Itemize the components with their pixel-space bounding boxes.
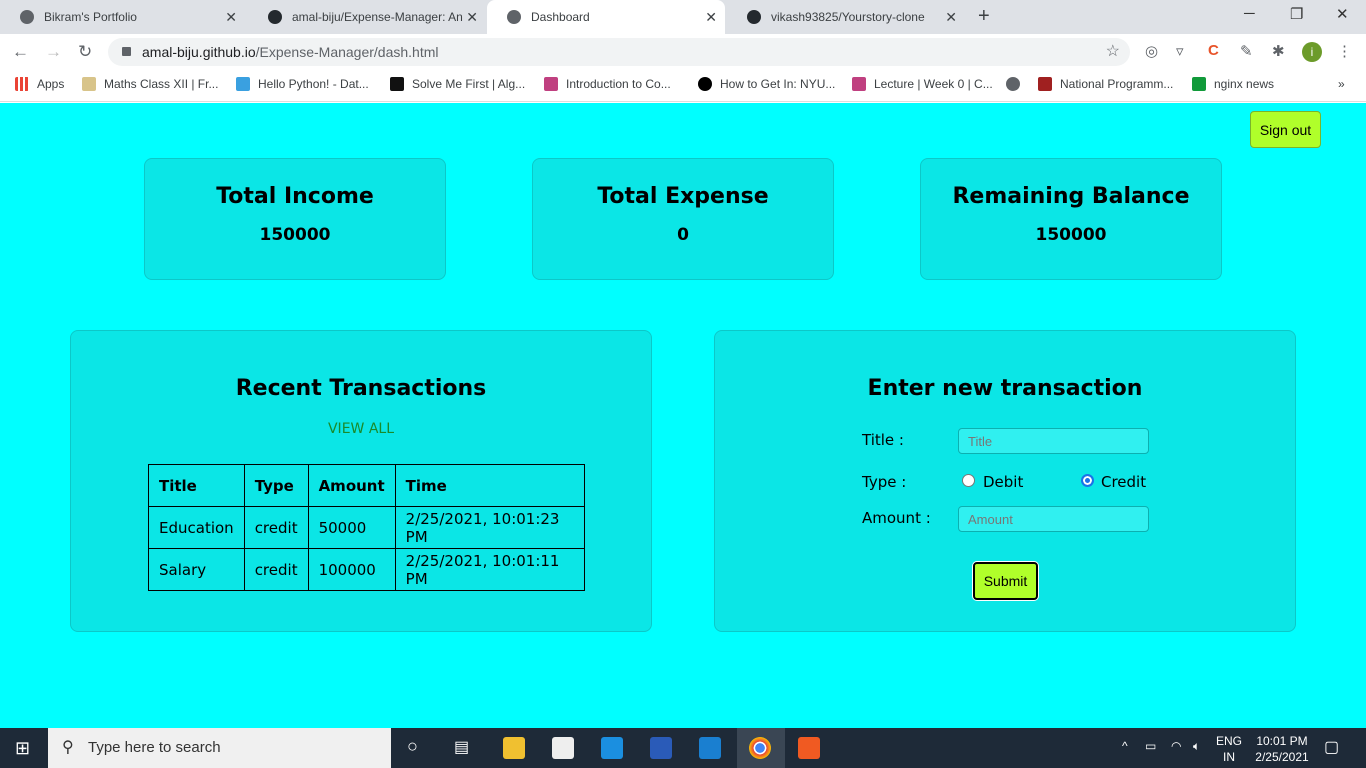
bookmark-favicon [236, 77, 250, 91]
store-icon[interactable] [552, 737, 574, 759]
nginx-icon [1192, 77, 1206, 91]
wifi-icon[interactable]: ◠ [1171, 739, 1181, 753]
table-row: Education credit 50000 2/25/2021, 10:01:23 … [148, 506, 585, 549]
globe-icon [1006, 77, 1020, 91]
view-all-link[interactable]: VIEW ALL [71, 421, 651, 437]
table-row: Salary credit 100000 2/25/2021, 10:01:11 PM [148, 548, 585, 591]
more-bookmarks-icon[interactable]: » [1338, 77, 1345, 91]
mail-icon[interactable] [601, 737, 623, 759]
back-icon[interactable]: ← [12, 42, 29, 62]
tab-dashboard[interactable]: Dashboard ✕ [487, 0, 725, 34]
taskbar-search[interactable]: ⚲ Type here to search [48, 728, 391, 768]
bookmark-item[interactable]: Maths Class XII | Fr... [82, 77, 218, 91]
restore-button[interactable]: ❐ [1290, 5, 1303, 23]
github-icon [747, 10, 761, 24]
tab-strip: Bikram's Portfolio ✕ amal-biju/Expense-Ma… [0, 0, 1366, 34]
bookmark-item[interactable]: Lecture | Week 0 | C... [852, 77, 993, 91]
bookmark-item[interactable]: Solve Me First | Alg... [390, 77, 525, 91]
reload-icon[interactable]: ↻ [78, 42, 92, 62]
bookmark-item[interactable]: Hello Python! - Dat... [236, 77, 369, 91]
notifications-icon[interactable]: ▢ [1324, 737, 1339, 757]
bookmarks-bar: Apps Maths Class XII | Fr... Hello Pytho… [0, 70, 1366, 102]
extension-icon[interactable]: ◎ [1145, 42, 1158, 60]
dashboard-page: Sign out Total Income 150000 Total Expens… [0, 103, 1366, 728]
new-transaction-panel: Enter new transaction Title : Type : Deb… [714, 330, 1296, 632]
new-transaction-title: Enter new transaction [867, 376, 1143, 401]
chrome-icon[interactable] [749, 737, 771, 759]
tab-yourstory-clone[interactable]: vikash93825/Yourstory-clone ✕ [727, 0, 965, 34]
menu-icon[interactable]: ⋮ [1337, 42, 1352, 60]
globe-icon [507, 10, 521, 24]
close-window-button[interactable]: ✕ [1336, 5, 1349, 23]
language-indicator[interactable]: ENG IN [1216, 733, 1242, 765]
puzzle-icon[interactable]: ✱ [1272, 42, 1285, 60]
cortana-icon[interactable]: ○ [407, 736, 418, 757]
powershell-icon[interactable] [650, 737, 672, 759]
bookmark-item[interactable]: National Programm... [1038, 77, 1173, 91]
pocket-icon[interactable]: ▿ [1176, 42, 1184, 60]
bookmark-item[interactable]: Introduction to Co... [544, 77, 671, 91]
transactions-table: Title Type Amount Time Education credit 50… [148, 464, 585, 591]
eyedropper-icon[interactable]: ✎ [1240, 42, 1253, 60]
apps-grid-icon [15, 77, 29, 91]
file-explorer-icon[interactable] [503, 737, 525, 759]
brave-icon[interactable] [798, 737, 820, 759]
amount-input[interactable] [958, 506, 1149, 532]
close-tab-icon[interactable]: ✕ [466, 9, 478, 26]
windows-taskbar: ⊞ ⚲ Type here to search ○ ▤ ^ ▭ ◠ 🔈︎ ENG I… [0, 728, 1366, 768]
bookmark-item[interactable] [1006, 77, 1028, 91]
title-input[interactable] [958, 428, 1149, 454]
table-header-row: Title Type Amount Time [148, 464, 585, 507]
new-tab-button[interactable]: + [978, 5, 990, 28]
volume-icon[interactable]: 🔈︎ [1193, 739, 1200, 754]
remaining-balance-card: Remaining Balance 150000 [920, 158, 1222, 280]
tab-bikrams-portfolio[interactable]: Bikram's Portfolio ✕ [0, 0, 245, 34]
clock[interactable]: 10:01 PM 2/25/2021 [1252, 733, 1312, 765]
browser-toolbar: ← → ↻ amal-biju.github.io/Expense-Manage… [0, 34, 1366, 70]
show-hidden-icons[interactable]: ^ [1122, 739, 1128, 753]
task-view-icon[interactable]: ▤ [454, 737, 469, 757]
submit-button[interactable]: Submit [973, 562, 1038, 600]
close-tab-icon[interactable]: ✕ [945, 9, 957, 26]
vscode-icon[interactable] [699, 737, 721, 759]
tab-expense-manager-repo[interactable]: amal-biju/Expense-Manager: An ✕ [248, 0, 486, 34]
windows-start-icon[interactable]: ⊞ [15, 738, 30, 759]
recent-transactions-panel: Recent Transactions VIEW ALL Title Type … [70, 330, 652, 632]
total-expense-card: Total Expense 0 [532, 158, 834, 280]
bookmark-item[interactable]: nginx news [1192, 77, 1274, 91]
bookmark-star-icon[interactable]: ☆ [1106, 38, 1120, 66]
bookmark-favicon [390, 77, 404, 91]
address-bar[interactable]: amal-biju.github.io/Expense-Manager/dash… [108, 38, 1130, 66]
close-tab-icon[interactable]: ✕ [225, 9, 237, 26]
bookmark-item[interactable]: How to Get In: NYU... [698, 77, 835, 91]
search-icon: ⚲ [62, 739, 74, 756]
extension-c-icon[interactable]: C [1208, 42, 1219, 59]
recent-transactions-title: Recent Transactions [235, 376, 487, 401]
debit-radio[interactable] [962, 474, 975, 487]
globe-icon [20, 10, 34, 24]
bookmark-favicon [544, 77, 558, 91]
bookmark-apps[interactable]: Apps [15, 77, 64, 91]
minimize-button[interactable]: ─ [1244, 5, 1255, 22]
total-income-card: Total Income 150000 [144, 158, 446, 280]
sign-out-button[interactable]: Sign out [1250, 111, 1321, 148]
battery-icon[interactable]: ▭ [1145, 739, 1156, 753]
profile-avatar[interactable]: i [1302, 42, 1322, 62]
bookmark-favicon [852, 77, 866, 91]
bookmark-favicon [698, 77, 712, 91]
github-icon [268, 10, 282, 24]
forward-icon[interactable]: → [45, 42, 62, 62]
credit-radio[interactable] [1081, 474, 1094, 487]
bookmark-favicon [82, 77, 96, 91]
lock-icon [122, 47, 131, 56]
bookmark-favicon [1038, 77, 1052, 91]
close-tab-icon[interactable]: ✕ [705, 9, 717, 26]
